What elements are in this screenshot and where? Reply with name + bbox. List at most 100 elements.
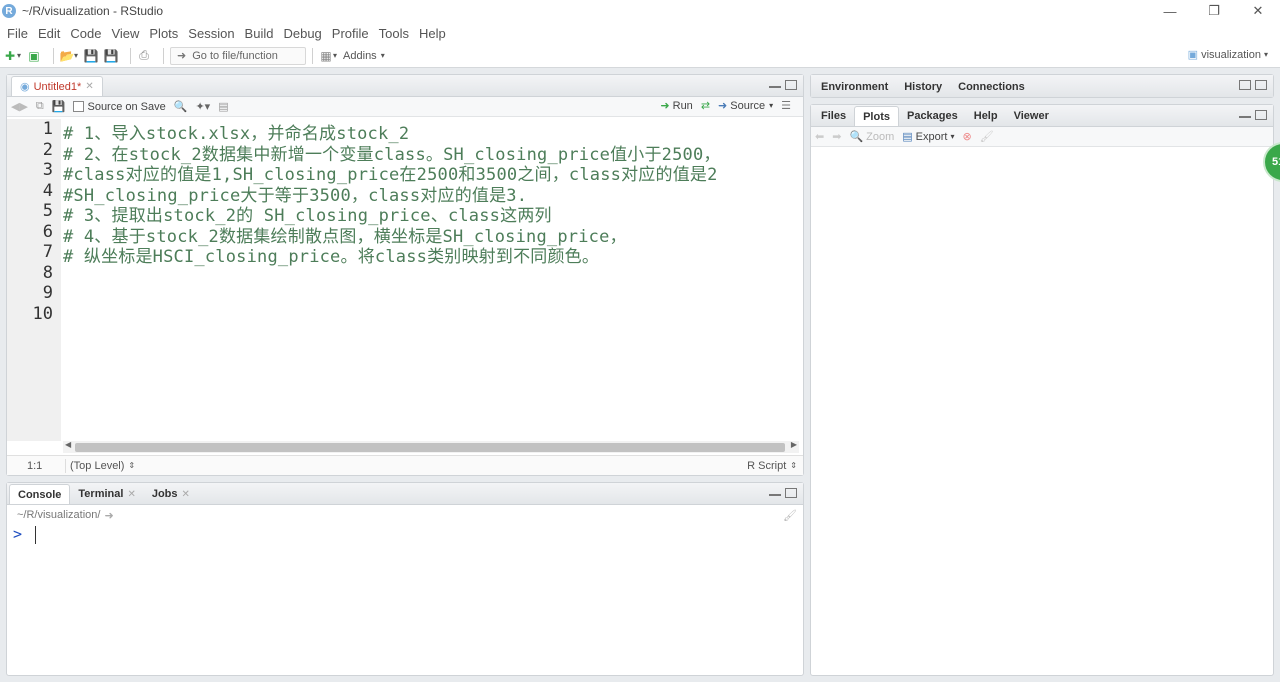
checkbox-box[interactable] <box>73 101 85 112</box>
console-output[interactable]: > <box>7 525 803 675</box>
minimize-pane-button[interactable] <box>769 488 781 496</box>
menu-debug[interactable]: Debug <box>283 26 321 41</box>
maximize-pane-button[interactable] <box>1255 80 1267 90</box>
open-file-button[interactable]: 📂 ▾ <box>60 46 78 66</box>
main-toolbar: ✚ ▾ ▣ 📂 ▾ 💾 💾 ⎙ ➜ Go to file/function ▦ ▾ A… <box>0 44 1280 68</box>
close-button[interactable]: ✕ <box>1236 0 1280 22</box>
menu-session[interactable]: Session <box>188 26 234 41</box>
menu-file[interactable]: File <box>7 26 28 41</box>
menu-view[interactable]: View <box>111 26 139 41</box>
source-on-save-checkbox[interactable]: Source on Save <box>73 101 166 113</box>
tab-environment[interactable]: Environment <box>813 77 896 97</box>
remove-plot-icon[interactable]: ⊗ <box>962 130 971 143</box>
tab-packages[interactable]: Packages <box>899 106 966 126</box>
menu-bar: File Edit Code View Plots Session Build … <box>0 22 1280 44</box>
tab-files[interactable]: Files <box>813 106 854 126</box>
menu-tools[interactable]: Tools <box>379 26 409 41</box>
next-plot-icon[interactable]: ➡ <box>832 130 841 143</box>
pane-layout-button[interactable]: ▦ ▾ <box>319 46 337 66</box>
menu-profile[interactable]: Profile <box>332 26 369 41</box>
tab-history[interactable]: History <box>896 77 950 97</box>
tab-connections[interactable]: Connections <box>950 77 1033 97</box>
plus-icon: ✚ <box>4 48 16 63</box>
magic-wand-icon[interactable]: ✦▾ <box>195 100 210 113</box>
new-file-button[interactable]: ✚ ▾ <box>3 46 21 66</box>
clear-console-icon[interactable]: 🖌 <box>783 509 797 522</box>
line-number: 5 <box>42 201 53 221</box>
line-number: 2 <box>42 139 53 160</box>
plots-toolbar: ⬅ ➡ 🔍 Zoom ▤ Export ▾ ⊗ 🖌 <box>811 127 1273 147</box>
maximize-pane-button[interactable] <box>785 488 797 498</box>
clear-plots-icon[interactable]: 🖌 <box>980 130 994 143</box>
minimize-pane-button[interactable] <box>1239 110 1251 118</box>
save-icon[interactable]: 💾 <box>52 100 66 113</box>
run-button[interactable]: ➜ Run <box>660 99 692 113</box>
scope-label: (Top Level) <box>70 459 125 472</box>
maximize-pane-button[interactable] <box>785 80 797 90</box>
menu-edit[interactable]: Edit <box>38 26 60 41</box>
export-button[interactable]: ▤ Export ▾ <box>902 130 954 144</box>
scroll-right-icon[interactable]: ▶ <box>791 440 797 449</box>
divider <box>163 47 165 64</box>
tab-terminal[interactable]: Terminal ✕ <box>70 484 143 504</box>
close-tab-icon[interactable]: ✕ <box>182 489 190 500</box>
addins-button[interactable]: Addins ▾ <box>343 46 385 66</box>
show-in-window-icon[interactable]: ⧉ <box>36 100 44 113</box>
tab-jobs[interactable]: Jobs ✕ <box>144 484 198 504</box>
restore-pane-button[interactable] <box>1239 80 1251 90</box>
horizontal-scrollbar[interactable]: ◀ ▶ <box>63 440 799 453</box>
menu-code[interactable]: Code <box>70 26 101 41</box>
menu-help[interactable]: Help <box>419 26 446 41</box>
minimize-button[interactable]: — <box>1148 0 1192 22</box>
line-number: 6 <box>42 221 53 242</box>
line-number: 8 <box>42 262 53 283</box>
minimize-pane-button[interactable] <box>769 80 781 88</box>
close-tab-icon[interactable]: ✕ <box>127 489 135 500</box>
run-arrow-icon: ➜ <box>660 100 670 112</box>
rerun-icon[interactable]: ⇄ <box>701 99 710 112</box>
line-number: 1 <box>42 119 53 139</box>
tab-console[interactable]: Console <box>9 484 71 504</box>
file-type-label: R Script <box>747 459 787 472</box>
line-number: 4 <box>42 180 53 201</box>
search-icon[interactable]: 🔍 <box>174 100 188 113</box>
project-menu[interactable]: ▣ visualization ▾ <box>1188 48 1268 62</box>
save-all-button[interactable]: 💾 <box>103 46 119 66</box>
tab-plots[interactable]: Plots <box>854 106 899 126</box>
file-type-selector[interactable]: R Script ⇕ <box>747 460 797 472</box>
scope-selector[interactable]: (Top Level) ⇕ <box>70 460 135 472</box>
tab-viewer[interactable]: Viewer <box>1006 106 1057 126</box>
environment-tab-bar: Environment History Connections <box>811 75 1273 97</box>
tab-help[interactable]: Help <box>966 106 1006 126</box>
project-name: visualization <box>1201 48 1261 61</box>
source-button[interactable]: ➜ Source ▾ <box>718 99 773 113</box>
source-editor-pane: ◉ Untitled1* ✕ ◀▶ ⧉ 💾 Source on Save 🔍 ✦… <box>6 74 804 476</box>
scrollbar-thumb[interactable] <box>75 443 785 452</box>
back-icon[interactable]: ◀▶ <box>11 100 28 113</box>
code-editor[interactable]: # 1、导入stock.xlsx，并命名成stock_2 # 2、在stock_… <box>63 119 803 441</box>
terminal-label: Terminal <box>78 488 124 500</box>
tab-untitled1[interactable]: ◉ Untitled1* ✕ <box>11 76 103 96</box>
menu-build[interactable]: Build <box>245 26 274 41</box>
scroll-left-icon[interactable]: ◀ <box>65 440 71 449</box>
zoom-icon: 🔍 <box>849 131 864 143</box>
maximize-pane-button[interactable] <box>1255 110 1267 120</box>
menu-plots[interactable]: Plots <box>149 26 178 41</box>
previous-plot-icon[interactable]: ⬅ <box>815 130 824 143</box>
save-all-icon: 💾 <box>103 48 119 63</box>
compile-report-icon[interactable]: ▤ <box>218 100 228 113</box>
zoom-button[interactable]: 🔍 Zoom <box>849 130 894 144</box>
files-plots-pane: Files Plots Packages Help Viewer ⬅ ➡ 🔍 Z… <box>810 104 1274 676</box>
print-button[interactable]: ⎙ <box>137 46 151 66</box>
go-to-file-input[interactable]: ➜ Go to file/function <box>170 46 307 65</box>
save-button[interactable]: 💾 <box>84 46 99 66</box>
outline-icon[interactable]: ☰ <box>781 99 791 112</box>
source-label: Source <box>730 99 766 112</box>
rstudio-logo-icon: R <box>2 4 16 18</box>
new-project-button[interactable]: ▣ <box>27 46 41 66</box>
editor-status-bar: 1:1 (Top Level) ⇕ R Script ⇕ <box>7 455 803 475</box>
restore-button[interactable]: ❐ <box>1192 0 1236 22</box>
close-tab-icon[interactable]: ✕ <box>85 81 93 92</box>
go-to-directory-icon[interactable]: ➜ <box>104 509 113 522</box>
divider <box>53 47 55 64</box>
